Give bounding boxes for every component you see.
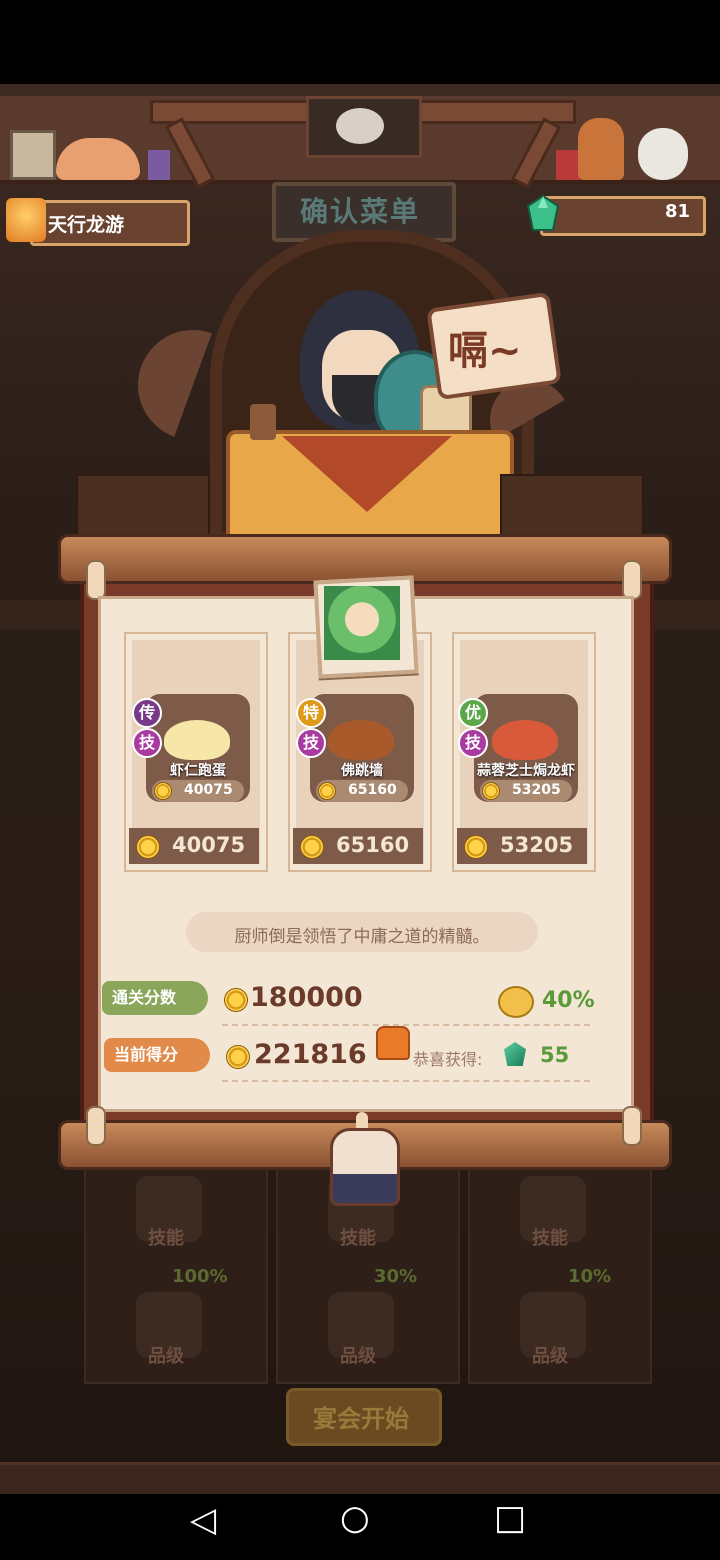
recent-apps-icon[interactable]: □ <box>494 1498 526 1538</box>
floor-trim <box>0 1462 720 1495</box>
scroll-knob <box>86 560 106 600</box>
coin-icon <box>300 835 324 859</box>
grade-percent: 100% <box>172 1266 228 1287</box>
girl-character-icon <box>578 118 624 180</box>
divider <box>222 1024 590 1026</box>
dish-price: 65160 <box>336 833 410 857</box>
scroll-knob <box>86 1106 106 1146</box>
dish-name: 佛跳墙 <box>341 763 383 779</box>
skill-badge: 技 <box>458 728 488 758</box>
dish-food-icon <box>328 720 394 760</box>
skill-badge: 技 <box>132 728 162 758</box>
paw-jar-icon <box>10 130 56 180</box>
dish-coin-value: 40075 <box>184 782 233 798</box>
back-icon[interactable]: ◁ <box>190 1500 216 1540</box>
rarity-badge: 传 <box>132 698 162 728</box>
coin-icon <box>154 782 172 800</box>
rarity-badge: 特 <box>296 698 326 728</box>
gem-icon <box>526 194 560 231</box>
coin-icon <box>226 1045 250 1069</box>
skill-label: 技能 <box>148 1228 184 1249</box>
jar-icon <box>556 150 580 180</box>
thumbs-up-icon <box>376 1026 410 1060</box>
speech-bubble-text: 嗝~ <box>448 328 522 374</box>
divider <box>222 1080 590 1082</box>
dish-price: 40075 <box>172 833 246 857</box>
coin-icon <box>482 782 500 800</box>
scroll-rod-top <box>58 534 672 584</box>
skill-label: 技能 <box>340 1228 376 1249</box>
menu-sign-title: 确认菜单 <box>299 195 420 228</box>
pass-score-tag: 通关分数 <box>102 981 208 1015</box>
current-score-tag: 当前得分 <box>104 1038 210 1072</box>
grade-label: 品级 <box>340 1346 376 1367</box>
dish-coin-value: 53205 <box>512 782 561 798</box>
banquet-start-label: 宴会开始 <box>313 1405 409 1433</box>
rarity-badge: 优 <box>458 698 488 728</box>
dish-name: 蒜蓉芝士焗龙虾 <box>477 763 575 779</box>
player-name: 天行龙游 <box>48 214 125 236</box>
pass-score-value: 180000 <box>250 982 363 1013</box>
brush-pot-icon <box>250 404 276 440</box>
current-score-value: 221816 <box>254 1039 367 1070</box>
coin-icon <box>464 835 488 859</box>
bonus-percent: 40% <box>542 988 595 1013</box>
dish-name: 虾仁跑蛋 <box>170 763 226 779</box>
dish-coin-value: 65160 <box>348 782 397 798</box>
player-rank-icon <box>6 198 46 242</box>
dish-price: 53205 <box>500 833 574 857</box>
scroll-knob <box>622 560 642 600</box>
jar-icon <box>148 150 170 180</box>
chef-portrait-icon <box>324 586 400 660</box>
grade-percent: 30% <box>374 1266 418 1287</box>
gem-count: 81 <box>664 201 690 222</box>
grade-label: 品级 <box>148 1346 184 1367</box>
folding-fan-icon <box>138 330 248 440</box>
skill-label: 技能 <box>532 1228 568 1249</box>
scroll-knob <box>622 1106 642 1146</box>
reward-label: 恭喜获得: <box>413 1050 483 1069</box>
coin-icon <box>136 835 160 859</box>
dish-food-icon <box>492 720 558 760</box>
raccoon-emblem-icon <box>336 108 384 144</box>
reward-gems: 55 <box>540 1043 570 1067</box>
white-cat-icon <box>638 128 688 180</box>
home-icon[interactable]: ○ <box>340 1498 370 1538</box>
chef-comment: 厨师倒是领悟了中庸之道的精髓。 <box>234 927 490 947</box>
coin-icon <box>318 782 336 800</box>
coin-icon <box>224 988 248 1012</box>
bell-pendant-icon[interactable] <box>330 1128 400 1206</box>
grade-percent: 10% <box>568 1266 612 1287</box>
status-bar <box>0 0 720 84</box>
grade-label: 品级 <box>532 1346 568 1367</box>
bonus-pot-icon <box>498 986 534 1018</box>
fence <box>500 474 644 538</box>
fence <box>76 474 210 538</box>
dish-food-icon <box>164 720 230 760</box>
skill-badge: 技 <box>296 728 326 758</box>
